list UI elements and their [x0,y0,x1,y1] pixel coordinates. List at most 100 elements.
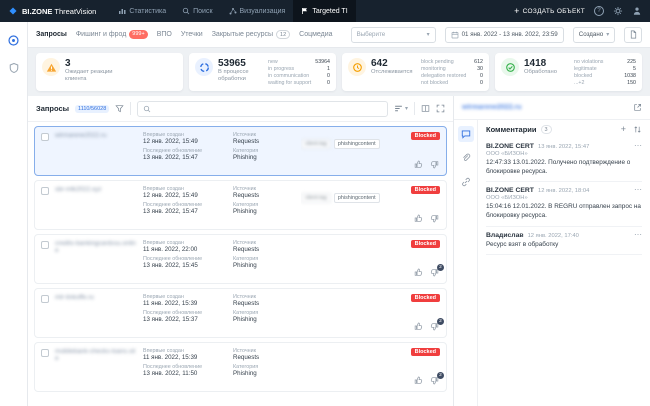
thumbs-down-icon[interactable] [430,214,439,223]
list-search-input[interactable] [155,105,382,112]
open-external-button[interactable] [633,103,642,112]
thumbs-up-icon[interactable] [414,268,423,277]
request-row[interactable]: wlrmarene2022.ru Впервые создан12 янв. 2… [34,126,447,176]
sort-comments-button[interactable] [633,125,642,134]
calendar-icon [451,31,459,39]
date-range-picker[interactable]: 01 янв. 2022 - 13 янв. 2022, 23:59 [445,27,564,43]
tab-attachments[interactable] [458,150,474,166]
thumbs-up-icon[interactable] [414,214,423,223]
thumbs-down-icon[interactable]: 2 [430,376,439,385]
created-date: 11 янв. 2022, 15:39 [143,300,227,307]
settings-gear-button[interactable] [613,6,623,16]
row-domain-link[interactable]: mobilebank-checks-loans.site [55,348,137,386]
request-row[interactable]: mlr-tinkoffe.ru Впервые создан11 янв. 20… [34,288,447,338]
request-row[interactable]: sbr-mlk2022.xyz Впервые создан12 янв. 20… [34,180,447,230]
nav-visualization[interactable]: Визуализация [221,0,294,22]
nav-search[interactable]: Поиск [174,0,220,22]
filter-funnel-button[interactable] [115,104,124,113]
create-object-button[interactable]: + СОЗДАТЬ ОБЪЕКТ [514,7,585,16]
row-domain-link[interactable]: wlrmarene2022.ru [55,132,137,170]
thumbs-up-icon[interactable] [414,322,423,331]
updated-date: 13 янв. 2022, 15:45 [143,262,227,269]
paperclip-icon [461,153,471,163]
updated-date: 13 янв. 2022, 15:37 [143,316,227,323]
tab-badge: 999+ [129,30,147,39]
tag-chip[interactable]: client-tag [301,139,331,149]
comment-author: BI.ZONE CERT [486,187,534,194]
divider [414,102,415,115]
row-checkbox[interactable] [41,295,49,303]
row-checkbox[interactable] [41,349,49,357]
graph-icon [229,7,237,15]
vote-count: 2 [437,318,444,325]
comment-date: 13 янв. 2022, 15:47 [538,144,589,150]
thumbs-up-icon[interactable] [414,376,423,385]
row-domain-link[interactable]: mlr-tinkoffe.ru [55,294,137,332]
thumbs-down-icon[interactable]: 2 [430,268,439,277]
request-row[interactable]: mobilebank-checks-loans.site Впервые соз… [34,342,447,392]
list-search[interactable] [137,101,388,117]
filter-select[interactable]: Выберите ▾ [351,27,436,43]
source-value: Requests [233,300,295,307]
row-checkbox[interactable] [41,133,49,141]
row-checkbox[interactable] [41,241,49,249]
comment-menu-button[interactable]: ⋯ [634,187,642,193]
help-button[interactable]: ? [594,6,604,16]
thumbs-up-icon[interactable] [414,160,423,169]
nav-statistics[interactable]: Статистика [110,0,174,22]
requests-list: wlrmarene2022.ru Впервые создан12 янв. 2… [28,122,453,406]
tab-requests[interactable]: Запросы [36,22,67,48]
rail-threat-module-button[interactable] [6,32,22,48]
sort-by-dropdown[interactable]: Создано ▾ [573,27,615,43]
stat-details: block pending612 monitoring30 delegation… [421,58,483,86]
fullscreen-button[interactable] [436,104,445,113]
thumbs-down-icon[interactable]: 2 [430,322,439,331]
updated-date: 13 янв. 2022, 11:50 [143,370,227,377]
thumbs-down-icon[interactable] [430,160,439,169]
user-account-button[interactable] [632,6,642,16]
rail-reports-button[interactable] [6,60,22,76]
link-icon [461,177,471,187]
comment-text: Ресурс взят в обработку [486,241,642,250]
product-name: ThreatVision [54,7,96,16]
stat-label: Обработано [524,69,557,76]
tag-chip[interactable]: phishingcontent [334,193,380,203]
detail-domain-link[interactable]: wlrmarene2022.ru [462,104,522,111]
tab-social-media[interactable]: Соцмедиа [299,22,332,48]
stat-card-awaiting: 3 Ожидает реакции клиента [36,53,183,91]
tab-links[interactable] [458,174,474,190]
comment-item: BI.ZONE CERT 12 янв. 2022, 18:04 ⋯ ООО «… [486,182,642,226]
progress-circle-icon [195,58,213,76]
source-value: Requests [233,246,295,253]
row-domain-link[interactable]: sbr-mlk2022.xyz [55,186,137,224]
add-comment-button[interactable]: + [621,125,626,134]
nav-targeted-ti[interactable]: Targeted TI [293,0,355,22]
tab-phishing-fraud[interactable]: Фишинг и фрод999+ [76,22,148,48]
source-value: Requests [233,192,295,199]
request-row[interactable]: credits-bankingcardssu.online Впервые со… [34,234,447,284]
search-icon [182,7,190,15]
tag-chip[interactable]: phishingcontent [334,139,380,149]
comment-menu-button[interactable]: ⋯ [634,143,642,149]
row-checkbox[interactable] [41,187,49,195]
top-bar: BI.ZONE ThreatVision Статистика Поиск Ви… [0,0,650,22]
stat-label: Ожидает реакции клиента [65,69,123,83]
created-date: 12 янв. 2022, 15:49 [143,138,227,145]
warning-triangle-icon [42,58,60,76]
tab-comments[interactable] [458,126,474,142]
external-link-icon [633,103,642,112]
radar-icon [7,34,20,47]
tab-leaks[interactable]: Утечки [181,22,203,48]
export-report-button[interactable] [624,27,642,43]
tab-malware[interactable]: ВПО [157,22,172,48]
columns-icon [421,104,430,113]
tab-closed-resources[interactable]: Закрытые ресурсы12 [212,22,290,48]
row-domain-link[interactable]: credits-bankingcardssu.online [55,240,137,278]
tag-chip[interactable]: client-tag [301,193,331,203]
sort-order-button[interactable]: ▾ [394,104,408,113]
list-title: Запросы [36,104,69,113]
layout-columns-button[interactable] [421,104,430,113]
comment-menu-button[interactable]: ⋯ [634,232,642,238]
stats-row: 3 Ожидает реакции клиента 53965 В процес… [28,48,650,96]
stat-value: 642 [371,58,413,69]
